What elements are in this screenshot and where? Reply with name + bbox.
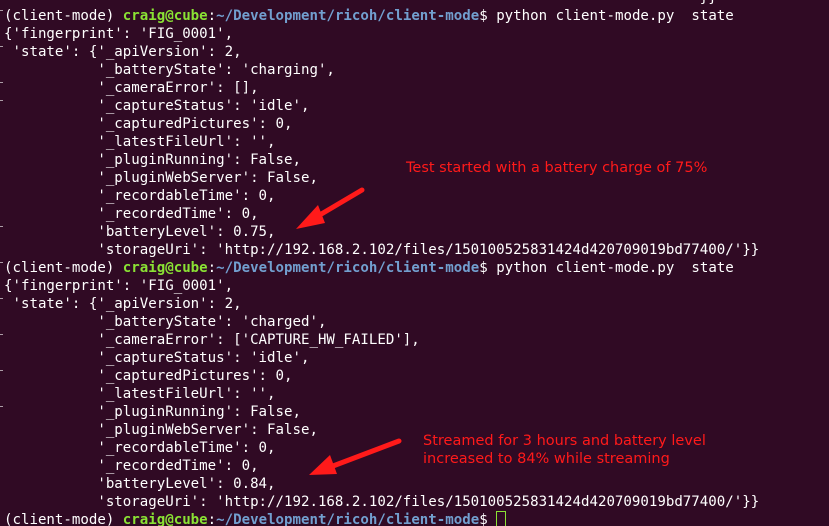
prompt-symbol: $ — [479, 8, 497, 24]
prompt-user-host: craig@cube — [122, 260, 208, 276]
prompt-separator: : — [207, 8, 217, 24]
output-line: '_capturedPictures': 0, — [4, 368, 293, 384]
prompt-separator: : — [207, 260, 217, 276]
output-line: '_captureStatus': 'idle', — [4, 350, 310, 366]
output-line: 'storageUri': 'http://192.168.2.102/file… — [4, 494, 760, 510]
prompt-symbol: $ — [479, 512, 497, 526]
prompt-path: ~/Development/ricoh/client-mode — [216, 8, 480, 24]
output-line: {'fingerprint': 'FIG_0001', — [4, 278, 234, 294]
prompt-symbol: $ — [479, 260, 497, 276]
terminal-window[interactable]: '}} (client-mode) craig@cube:~/Developme… — [0, 0, 829, 526]
output-line-battery-level: 'batteryLevel': 0.84, — [4, 476, 276, 492]
output-line: '_latestFileUrl': '', — [4, 134, 276, 150]
output-line: '_pluginRunning': False, — [4, 404, 301, 420]
terminal-prompt-line-active[interactable]: (client-mode) craig@cube:~/Development/r… — [4, 511, 829, 526]
terminal-prompt-line: (client-mode) craig@cube:~/Development/r… — [4, 7, 829, 25]
prompt-venv: (client-mode) — [4, 260, 123, 276]
output-line: '_captureStatus': 'idle', — [4, 98, 310, 114]
terminal-cursor[interactable] — [496, 511, 507, 526]
prompt-user-host: craig@cube — [122, 512, 208, 526]
annotation-line: increased to 84% while streaming — [423, 451, 670, 467]
output-line: '_cameraError': ['CAPTURE_HW_FAILED'], — [4, 332, 420, 348]
output-line: '_recordedTime': 0, — [4, 206, 259, 222]
output-line: '_batteryState': 'charging', — [4, 62, 335, 78]
prompt-command: python client-mode.py state — [496, 260, 734, 276]
output-line: {'fingerprint': 'FIG_0001', — [4, 26, 234, 42]
prompt-venv: (client-mode) — [4, 512, 123, 526]
output-line: 'state': {'_apiVersion': 2, — [4, 44, 242, 60]
output-line: '_latestFileUrl': '', — [4, 386, 276, 402]
prompt-path: ~/Development/ricoh/client-mode — [216, 260, 480, 276]
annotation-line: Streamed for 3 hours and battery level — [423, 433, 706, 449]
prompt-venv: (client-mode) — [4, 8, 123, 24]
prompt-path: ~/Development/ricoh/client-mode — [216, 512, 480, 526]
output-line: 'state': {'_apiVersion': 2, — [4, 296, 242, 312]
output-line: '_recordableTime': 0, — [4, 188, 276, 204]
prompt-command: python client-mode.py state — [496, 8, 734, 24]
output-line: '_capturedPictures': 0, — [4, 116, 293, 132]
output-line: 'storageUri': 'http://192.168.2.102/file… — [4, 242, 760, 258]
prompt-user-host: craig@cube — [122, 8, 208, 24]
terminal-prompt-line: (client-mode) craig@cube:~/Development/r… — [4, 259, 829, 277]
output-line: '_cameraError': [], — [4, 80, 259, 96]
terminal-line-partial: '}} — [4, 0, 829, 7]
prompt-separator: : — [207, 512, 217, 526]
output-line: '_batteryState': 'charged', — [4, 314, 327, 330]
annotation-battery-streamed: Streamed for 3 hours and battery level i… — [423, 432, 706, 468]
annotation-battery-start: Test started with a battery charge of 75… — [406, 160, 708, 176]
output-line-battery-level: 'batteryLevel': 0.75, — [4, 224, 276, 240]
